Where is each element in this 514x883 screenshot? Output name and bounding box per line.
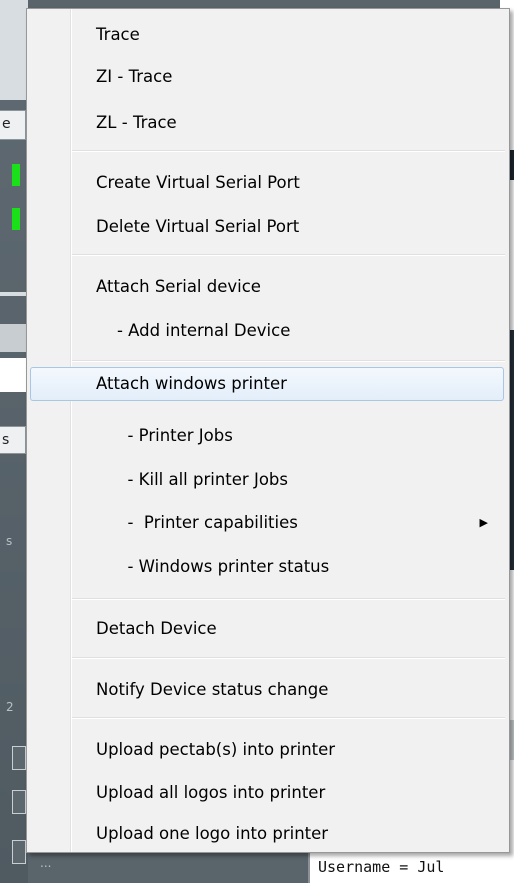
menu-item-zi-trace[interactable]: ZI - Trace xyxy=(30,60,504,94)
submenu-arrow-icon: ▶ xyxy=(479,516,488,529)
background-panel xyxy=(0,324,28,352)
status-led-green xyxy=(12,164,20,186)
background-tab[interactable]: e xyxy=(0,110,26,140)
menu-item-notify-device-status-change[interactable]: Notify Device status change xyxy=(30,673,504,707)
menu-item-label: - Windows printer status xyxy=(96,557,330,576)
menu-item-label: - Kill all printer Jobs xyxy=(96,470,288,489)
menu-separator xyxy=(72,657,505,659)
menu-separator xyxy=(72,150,505,152)
menu-item-add-internal-device[interactable]: - Add internal Device xyxy=(30,314,504,348)
menu-item-label: Delete Virtual Serial Port xyxy=(96,217,300,236)
menu-item-create-virtual-serial-port[interactable]: Create Virtual Serial Port xyxy=(30,166,504,200)
menu-item-label: ZI - Trace xyxy=(96,67,173,86)
menu-item-label: Upload pectab(s) into printer xyxy=(96,740,336,759)
background-text: 2 xyxy=(6,700,14,714)
menu-item-label: Upload all logos into printer xyxy=(96,783,326,802)
background-text: s xyxy=(6,534,13,548)
menu-item-label: Notify Device status change xyxy=(96,680,329,699)
menu-item-label: Create Virtual Serial Port xyxy=(96,173,300,192)
background-field xyxy=(0,358,28,392)
menu-item-label: Trace xyxy=(96,25,140,44)
menu-item-kill-all-printer-jobs[interactable]: - Kill all printer Jobs xyxy=(30,463,504,497)
menu-item-upload-all-logos[interactable]: Upload all logos into printer xyxy=(30,776,504,810)
menu-item-windows-printer-status[interactable]: - Windows printer status xyxy=(30,550,504,584)
menu-item-upload-one-logo[interactable]: Upload one logo into printer xyxy=(30,817,504,851)
menu-separator xyxy=(72,717,505,719)
menu-separator xyxy=(72,598,505,600)
menu-item-trace[interactable]: Trace xyxy=(30,18,504,52)
menu-item-attach-serial-device[interactable]: Attach Serial device xyxy=(30,270,504,304)
menu-separator xyxy=(72,360,505,362)
menu-item-label: Attach windows printer xyxy=(96,374,287,393)
background-checkbox[interactable] xyxy=(12,746,26,770)
menu-item-label: Upload one logo into printer xyxy=(96,824,329,843)
background-tab-label: s xyxy=(2,432,10,448)
background-panel xyxy=(0,0,28,100)
menu-item-label: - Printer Jobs xyxy=(96,426,233,445)
menu-item-label: - Printer capabilities xyxy=(96,513,298,532)
context-menu: Trace ZI - Trace ZL - Trace Create Virtu… xyxy=(26,8,510,853)
menu-separator xyxy=(72,254,505,256)
background-checkbox[interactable] xyxy=(12,840,26,864)
menu-item-zl-trace[interactable]: ZL - Trace xyxy=(30,106,504,140)
menu-item-label: ZL - Trace xyxy=(96,113,177,132)
menu-item-label: - Add internal Device xyxy=(96,321,291,340)
menu-item-upload-pectabs[interactable]: Upload pectab(s) into printer xyxy=(30,733,504,767)
status-led-green xyxy=(12,208,20,230)
background-tab[interactable]: s xyxy=(0,426,26,454)
menu-item-delete-virtual-serial-port[interactable]: Delete Virtual Serial Port xyxy=(30,210,504,244)
background-tab-label: e xyxy=(2,116,11,132)
menu-item-detach-device[interactable]: Detach Device xyxy=(30,612,504,646)
menu-item-printer-jobs[interactable]: - Printer Jobs xyxy=(30,419,504,453)
menu-item-label: Attach Serial device xyxy=(96,277,261,296)
console-output-line: Username = Jul xyxy=(308,852,514,883)
menu-item-attach-windows-printer[interactable]: Attach windows printer xyxy=(30,367,504,401)
background-divider xyxy=(0,292,28,296)
menu-item-label: Detach Device xyxy=(96,619,217,638)
background-text: ... xyxy=(40,856,52,870)
menu-item-printer-capabilities[interactable]: - Printer capabilities ▶ xyxy=(30,506,504,540)
background-checkbox[interactable] xyxy=(12,790,26,814)
